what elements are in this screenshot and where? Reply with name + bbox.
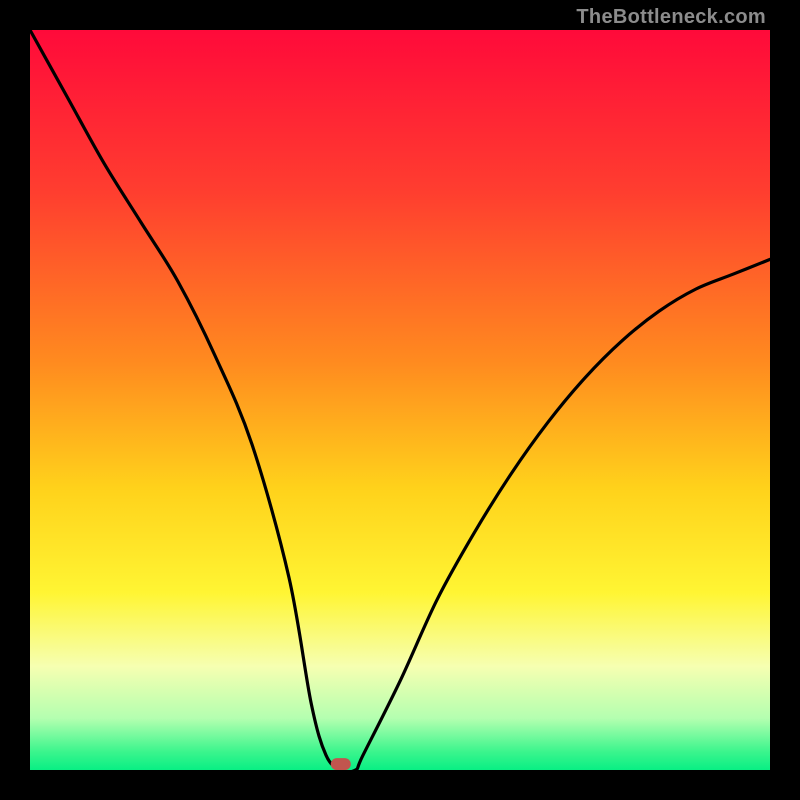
plot-area (30, 30, 770, 770)
bottleneck-chart (30, 30, 770, 770)
chart-frame: TheBottleneck.com (0, 0, 800, 800)
optimal-marker (331, 758, 351, 770)
watermark-text: TheBottleneck.com (576, 6, 766, 29)
gradient-background (30, 30, 770, 770)
